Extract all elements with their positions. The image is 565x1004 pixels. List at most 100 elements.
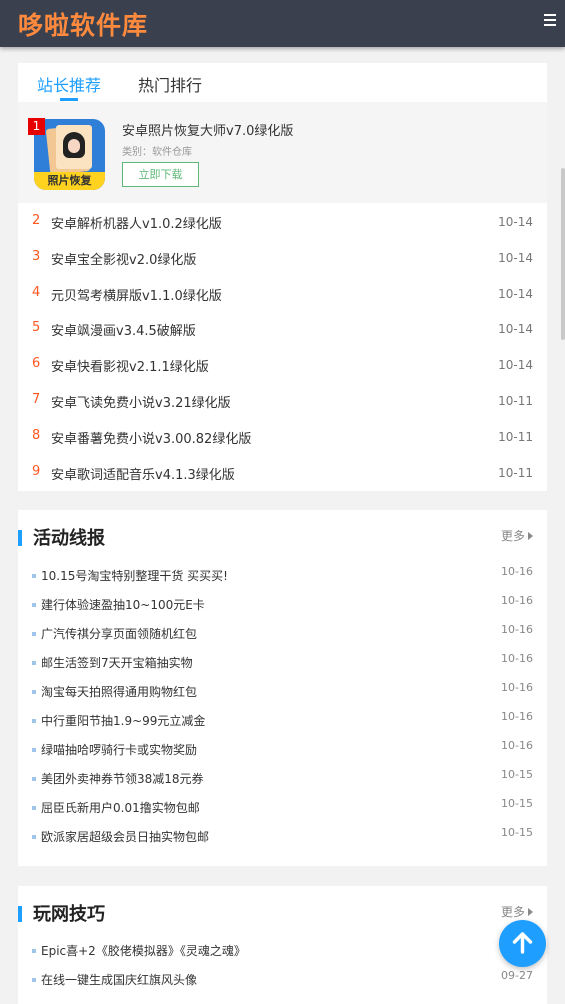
list-item-title[interactable]: 在线一键生成国庆红旗风头像 [41,971,197,988]
ranking-date: 10-14 [498,358,533,373]
rank-number: 5 [32,320,41,336]
ranking-app-name[interactable]: 安卓飞读免费小说v3.21绿化版 [51,392,231,411]
bullet-dot [32,806,36,810]
list-item[interactable]: 绿喵抽哈啰骑行卡或实物奖励 10-16 [18,739,547,759]
list-item-date: 10-15 [501,797,533,810]
list-item-title[interactable]: 欧派家居超级会员日抽实物包邮 [41,828,209,845]
ranking-row[interactable]: 4 元贝驾考横屏版v1.1.0绿化版 10-14 [18,285,547,305]
list-item[interactable]: 欧派家居超级会员日抽实物包邮 10-15 [18,826,547,846]
rank-badge: 1 [28,118,45,135]
rank-number: 8 [32,427,41,443]
activity-card: 活动线报 更多 10.15号淘宝特别整理干货 买买买! 10-16 建行体验速盈抽1… [18,510,547,866]
active-tab-indicator [60,98,78,101]
list-item-title[interactable]: 邮生活签到7天开宝箱抽实物 [41,654,193,671]
ranking-date: 10-11 [498,394,533,408]
ranking-date: 10-14 [498,322,533,337]
list-item-title[interactable]: 广汽传祺分享页面领随机红包 [41,625,197,642]
arrow-up-icon [512,932,533,954]
bullet-dot [32,719,36,723]
ranking-app-name[interactable]: 安卓快看影视v2.1.1绿化版 [51,356,209,375]
ranking-app-name[interactable]: 安卓番薯免费小说v3.00.82绿化版 [51,428,251,447]
ranking-date: 10-14 [498,215,533,229]
section-title: 玩网技巧 [33,904,105,925]
rank-number: 9 [32,463,41,479]
tab-hot-ranking[interactable]: 热门排行 [138,72,202,96]
list-item-title[interactable]: 屈臣氏新用户0.01撸实物包邮 [41,799,200,816]
list-item-date: 10-16 [501,681,533,694]
site-logo[interactable]: 哆啦软件库 [18,6,148,42]
list-item-date: 09-27 [501,969,533,982]
list-item-date: 10-16 [501,739,533,752]
section-accent-bar [18,530,22,546]
ranking-app-name[interactable]: 安卓解析机器人v1.0.2绿化版 [51,213,222,232]
more-link[interactable]: 更多 [501,527,533,544]
list-item[interactable]: Epic喜+2《胶佬模拟器》《灵魂之魂》 [18,942,547,960]
list-item[interactable]: 广汽传祺分享页面领随机红包 10-16 [18,623,547,643]
ranking-row[interactable]: 5 安卓飒漫画v3.4.5破解版 10-14 [18,320,547,340]
ranking-row[interactable]: 6 安卓快看影视v2.1.1绿化版 10-14 [18,356,547,376]
ranking-row[interactable]: 3 安卓宝全影视v2.0绿化版 10-14 [18,249,547,269]
hamburger-menu-icon[interactable] [544,14,556,28]
list-item-title[interactable]: 美团外卖神券节领38减18元券 [41,770,204,787]
rank-number: 4 [32,284,41,300]
bullet-dot [32,949,36,953]
bullet-dot [32,835,36,839]
scrollbar[interactable] [561,168,565,340]
more-label: 更多 [500,905,525,919]
bullet-dot [32,603,36,607]
app-icon-label: 照片恢复 [34,172,105,190]
ranking-row[interactable]: 2 安卓解析机器人v1.0.2绿化版 10-14 [18,213,547,233]
tips-card: 玩网技巧 更多 Epic喜+2《胶佬模拟器》《灵魂之魂》 在线一键生成国庆红旗风头… [18,886,547,1004]
section-accent-bar [18,906,22,922]
list-item[interactable]: 在线一键生成国庆红旗风头像 09-27 [18,969,547,989]
caret-right-icon [528,532,533,540]
back-to-top-button[interactable] [499,920,546,967]
rank-number: 7 [32,392,41,407]
section-header: 玩网技巧 更多 [18,886,547,936]
bullet-dot [32,777,36,781]
list-item[interactable]: 屈臣氏新用户0.01撸实物包邮 10-15 [18,797,547,817]
list-item-date: 10-15 [501,768,533,781]
list-item-date: 10-16 [501,710,533,723]
caret-right-icon [528,908,533,916]
bullet-dot [32,574,36,578]
ranking-row[interactable]: 8 安卓番薯免费小说v3.00.82绿化版 10-11 [18,428,547,448]
list-item[interactable]: 美团外卖神券节领38减18元券 10-15 [18,768,547,788]
list-item[interactable]: 10.15号淘宝特别整理干货 买买买! 10-16 [18,565,547,585]
list-item-title[interactable]: 建行体验速盈抽10~100元E卡 [41,596,205,613]
bullet-dot [32,748,36,752]
ranking-app-name[interactable]: 安卓宝全影视v2.0绿化版 [51,249,196,268]
list-item[interactable]: 建行体验速盈抽10~100元E卡 10-16 [18,594,547,614]
ranking-date: 10-11 [498,465,533,480]
list-item-title[interactable]: 淘宝每天拍照得通用购物红包 [41,683,197,700]
list-item-title[interactable]: 中行重阳节抽1.9~99元立减金 [41,712,205,729]
ranking-date: 10-14 [498,250,533,265]
ranking-app-name[interactable]: 安卓飒漫画v3.4.5破解版 [51,320,196,339]
list-item-title[interactable]: 10.15号淘宝特别整理干货 买买买! [41,567,228,584]
download-button[interactable]: 立即下载 [122,162,199,187]
list-item-date: 10-16 [501,565,533,578]
featured-app[interactable]: 1 照片恢复 安卓照片恢复大师v7.0绿化版 类别：软件仓库 立即下载 [18,102,547,203]
more-link[interactable]: 更多 [501,903,533,920]
section-title: 活动线报 [33,528,105,549]
ranking-date: 10-11 [498,429,533,444]
bullet-dot [32,978,36,982]
list-item[interactable]: 邮生活签到7天开宝箱抽实物 10-16 [18,652,547,672]
ranking-app-name[interactable]: 安卓歌词适配音乐v4.1.3绿化版 [51,464,235,483]
bullet-dot [32,690,36,694]
ranking-row[interactable]: 9 安卓歌词适配音乐v4.1.3绿化版 10-11 [18,464,547,484]
featured-app-title[interactable]: 安卓照片恢复大师v7.0绿化版 [122,120,293,139]
ranking-app-name[interactable]: 元贝驾考横屏版v1.1.0绿化版 [51,285,222,304]
list-item[interactable]: 中行重阳节抽1.9~99元立减金 10-16 [18,710,547,730]
list-item-date: 10-15 [501,826,533,839]
tab-recommend[interactable]: 站长推荐 [37,72,101,96]
list-item[interactable]: 淘宝每天拍照得通用购物红包 10-16 [18,681,547,701]
list-item-date: 10-16 [501,652,533,665]
bullet-dot [32,632,36,636]
list-item-title[interactable]: 绿喵抽哈啰骑行卡或实物奖励 [41,741,197,758]
top-bar: 哆啦软件库 [0,0,565,47]
recommend-card: 站长推荐 热门排行 1 照片恢复 安卓照片恢复大师v7.0绿化版 类别：软件仓库… [18,63,547,491]
list-item-title[interactable]: Epic喜+2《胶佬模拟器》《灵魂之魂》 [41,942,246,959]
ranking-row[interactable]: 7 安卓飞读免费小说v3.21绿化版 10-11 [18,392,547,412]
rank-number: 3 [32,248,41,264]
